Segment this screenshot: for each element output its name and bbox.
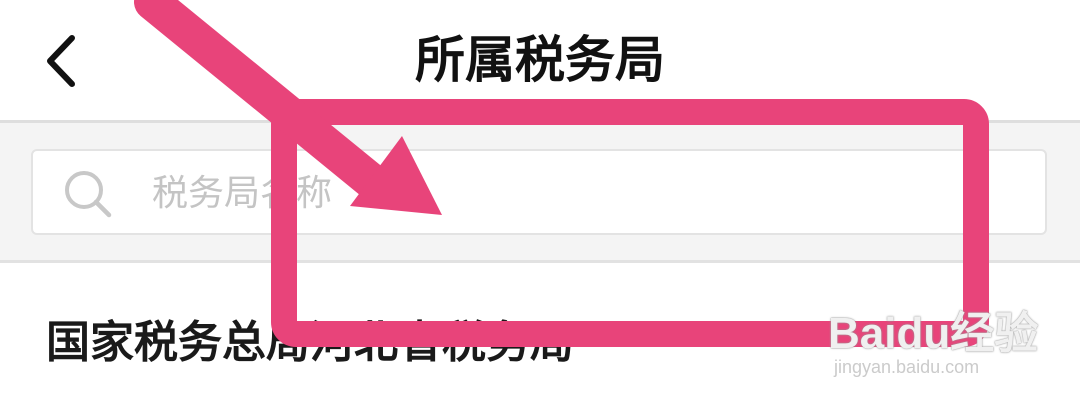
search-icon xyxy=(65,171,112,218)
page-title: 所属税务局 xyxy=(415,31,665,89)
search-input[interactable] xyxy=(150,151,1034,235)
list-item[interactable]: 国家税务总局河北省税务局 xyxy=(0,263,1080,407)
app-header: 所属税务局 xyxy=(0,0,1080,120)
list-item-label: 国家税务总局河北省税务局 xyxy=(46,317,574,368)
